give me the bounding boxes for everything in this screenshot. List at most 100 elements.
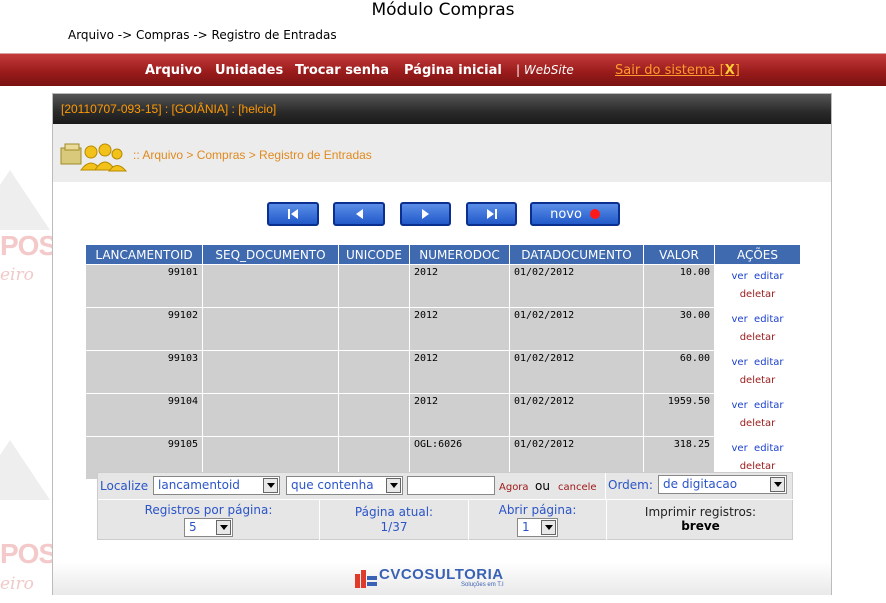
chevron-down-icon	[263, 478, 278, 493]
registros-cell: Registros por página: 5	[98, 500, 320, 540]
abrir-select[interactable]: 1	[517, 518, 558, 537]
session-header: [20110707-093-15] : [GOIÂNIA] : [helcio]	[53, 94, 831, 124]
ver-link[interactable]: ver	[732, 357, 748, 368]
deletar-link[interactable]: deletar	[740, 289, 776, 300]
chevron-down-icon	[770, 477, 785, 492]
cell-unicode	[338, 393, 410, 437]
pagina-atual-value: 1/37	[380, 520, 408, 534]
session-info: [20110707-093-15] : [GOIÂNIA] : [helcio]	[61, 102, 277, 116]
search-input-value	[408, 477, 494, 479]
table-header-row: LANCAMENTOID SEQ_DOCUMENTO UNICODE NUMER…	[85, 244, 801, 265]
cell-lancamentoid: 99104	[85, 393, 203, 437]
cell-valor: 60.00	[643, 350, 715, 394]
prev-page-icon	[356, 209, 363, 219]
ver-link[interactable]: ver	[732, 314, 748, 325]
logout-link[interactable]: Sair do sistema [X]	[615, 63, 740, 78]
watermark-eiro: eiro	[0, 265, 34, 285]
ordem-select[interactable]: de digitacao	[658, 475, 787, 494]
cell-seq-documento	[202, 307, 339, 351]
logo-name: CVCOSULTORIA	[379, 566, 504, 583]
cancele-link[interactable]: cancele	[558, 482, 597, 493]
ordem-label: Ordem:	[608, 478, 653, 492]
cell-unicode	[338, 307, 410, 351]
cell-lancamentoid: 99101	[85, 264, 203, 308]
registros-select-value: 5	[189, 520, 197, 534]
nav-website[interactable]: | WebSite	[516, 63, 574, 77]
prev-page-button[interactable]	[333, 202, 385, 226]
cv-logo-icon	[355, 570, 377, 588]
col-valor[interactable]: VALOR	[643, 244, 715, 265]
entries-table: LANCAMENTOID SEQ_DOCUMENTO UNICODE NUMER…	[85, 244, 801, 480]
deletar-link[interactable]: deletar	[740, 418, 776, 429]
imprimir-cell: Imprimir registros: breve	[607, 500, 794, 540]
users-group-icon	[60, 143, 128, 172]
nav-arquivo[interactable]: Arquivo	[145, 63, 202, 78]
ver-link[interactable]: ver	[732, 443, 748, 454]
crumb-bar: :: Arquivo > Compras > Registro de Entra…	[53, 124, 831, 182]
deletar-link[interactable]: deletar	[740, 461, 776, 472]
deletar-link[interactable]: deletar	[740, 332, 776, 343]
field-select-value: lancamentoid	[158, 478, 240, 492]
cell-datadocumento: 01/02/2012	[509, 393, 644, 437]
table-row: 99101 2012 01/02/2012 10.00 ver editar deleta…	[85, 264, 801, 308]
editar-link[interactable]: editar	[754, 443, 783, 454]
ver-link[interactable]: ver	[732, 400, 748, 411]
agora-link[interactable]: Agora	[499, 482, 529, 493]
col-numerodoc[interactable]: NUMERODOC	[409, 244, 510, 265]
cell-numerodoc: 2012	[409, 393, 510, 437]
cell-acoes: ver editar deletar	[714, 393, 801, 437]
abrir-pagina-cell: Abrir página: 1	[469, 500, 607, 540]
nav-pagina-inicial[interactable]: Página inicial	[404, 63, 502, 78]
logout-x: X	[724, 63, 735, 78]
cell-valor: 30.00	[643, 307, 715, 351]
pagination-options-row: Registros por página: 5 Página atual: 1/…	[98, 499, 794, 540]
deletar-link[interactable]: deletar	[740, 375, 776, 386]
watermark-eiro: eiro	[0, 574, 34, 594]
first-page-button[interactable]	[267, 202, 319, 226]
cell-numerodoc: 2012	[409, 307, 510, 351]
ver-link[interactable]: ver	[732, 271, 748, 282]
novo-button[interactable]: novo	[530, 202, 620, 226]
table-row: 99103 2012 01/02/2012 60.00 ver editar deleta…	[85, 350, 801, 394]
panel-breadcrumb: :: Arquivo > Compras > Registro de Entra…	[133, 148, 372, 162]
ou-text: ou	[535, 479, 550, 493]
cell-numerodoc: 2012	[409, 264, 510, 308]
registros-select[interactable]: 5	[184, 518, 233, 537]
last-page-button[interactable]	[466, 202, 517, 226]
nav-unidades[interactable]: Unidades	[215, 63, 283, 78]
search-row: Localize lancamentoid que contenha Agora…	[98, 473, 794, 499]
company-logo: CVCOSULTORIA Soluções em T.I	[353, 566, 504, 590]
cell-seq-documento	[202, 264, 339, 308]
next-page-icon	[421, 209, 429, 219]
condition-select-value: que contenha	[291, 478, 374, 492]
content-panel: [20110707-093-15] : [GOIÂNIA] : [helcio]…	[52, 93, 832, 595]
nav-trocar-senha[interactable]: Trocar senha	[295, 63, 389, 78]
first-page-icon	[288, 209, 298, 219]
record-dot-icon	[589, 209, 600, 219]
editar-link[interactable]: editar	[754, 314, 783, 325]
search-input[interactable]	[407, 476, 495, 495]
page-title: Módulo Compras	[371, 0, 515, 20]
logout-close: ]	[734, 63, 740, 78]
editar-link[interactable]: editar	[754, 400, 783, 411]
cell-valor: 1959.50	[643, 393, 715, 437]
cell-datadocumento: 01/02/2012	[509, 264, 644, 308]
cell-seq-documento	[202, 393, 339, 437]
editar-link[interactable]: editar	[754, 357, 783, 368]
field-select[interactable]: lancamentoid	[153, 476, 280, 495]
col-seq-documento[interactable]: SEQ_DOCUMENTO	[202, 244, 339, 265]
condition-select[interactable]: que contenha	[286, 476, 403, 495]
footer: CVCOSULTORIA Soluções em T.I	[53, 562, 831, 595]
watermark-pos: POS	[0, 230, 57, 261]
col-lancamentoid[interactable]: LANCAMENTOID	[85, 244, 203, 265]
editar-link[interactable]: editar	[754, 271, 783, 282]
cell-acoes: ver editar deletar	[714, 307, 801, 351]
abrir-label: Abrir página:	[498, 503, 577, 517]
breadcrumb: Arquivo -> Compras -> Registro de Entrad…	[68, 28, 337, 42]
cell-acoes: ver editar deletar	[714, 264, 801, 308]
next-page-button[interactable]	[400, 202, 451, 226]
col-unicode[interactable]: UNICODE	[338, 244, 410, 265]
col-datadocumento[interactable]: DATADOCUMENTO	[509, 244, 644, 265]
cell-datadocumento: 01/02/2012	[509, 307, 644, 351]
pager: novo	[53, 202, 833, 228]
